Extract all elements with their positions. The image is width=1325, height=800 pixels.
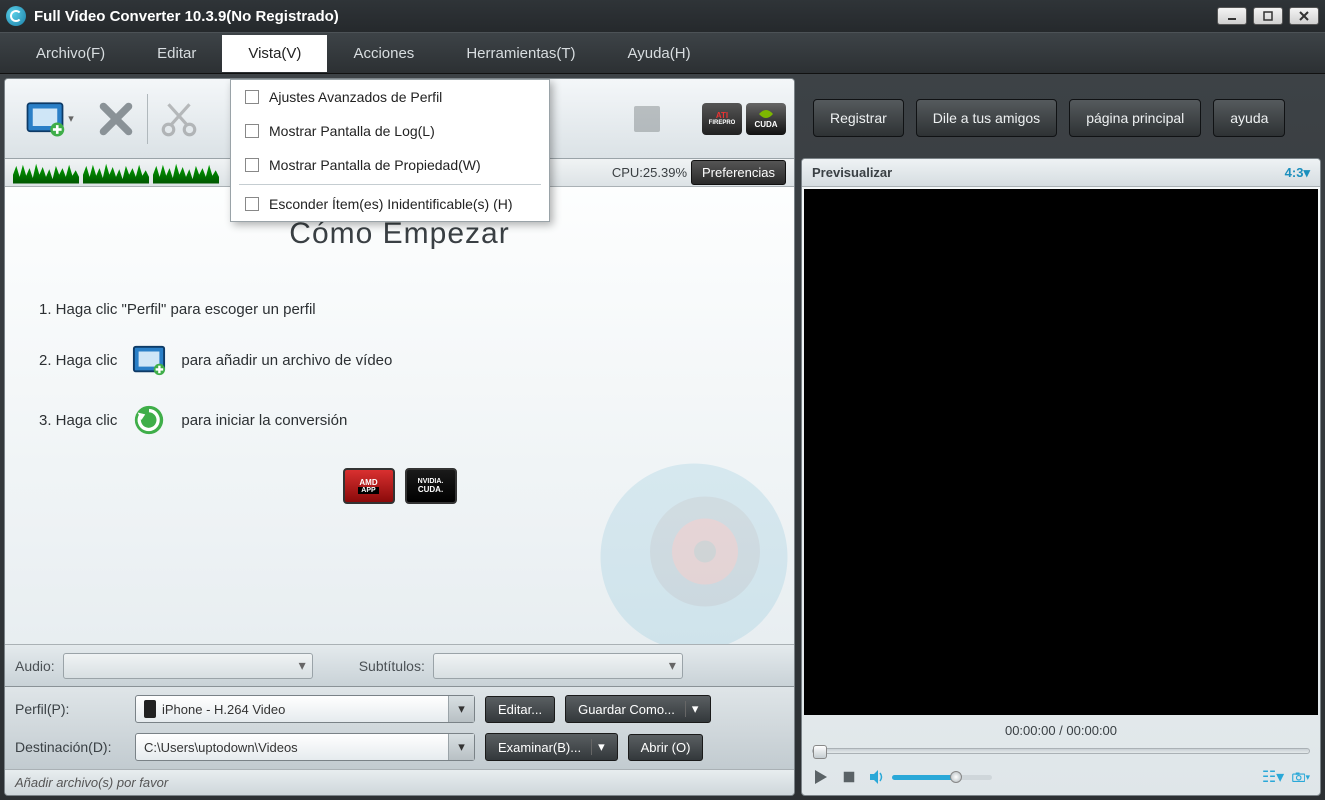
preview-panel: Previsualizar 4:3▾ 00:00:00 / 00:00:00 ☷…	[801, 158, 1321, 796]
cpu-usage: CPU:25.39%	[612, 165, 687, 180]
waveform-icon	[83, 162, 149, 184]
right-panel: Registrar Dile a tus amigos página princ…	[801, 78, 1321, 796]
register-button[interactable]: Registrar	[813, 99, 904, 137]
homepage-button[interactable]: página principal	[1069, 99, 1201, 137]
app-icon	[6, 6, 26, 26]
remove-button[interactable]	[89, 92, 143, 146]
save-as-button[interactable]: Guardar Como...▾	[565, 695, 711, 723]
status-bar: Añadir archivo(s) por favor	[5, 769, 794, 795]
menu-ayuda[interactable]: Ayuda(H)	[602, 35, 717, 72]
destination-label: Destinación(D):	[15, 739, 125, 755]
titlebar: Full Video Converter 10.3.9(No Registrad…	[0, 0, 1325, 32]
maximize-button[interactable]	[1253, 7, 1283, 25]
close-button[interactable]	[1289, 7, 1319, 25]
audio-combo[interactable]	[63, 653, 313, 679]
volume-slider[interactable]	[892, 775, 992, 780]
ati-badge: ATIFIREPRO	[702, 103, 742, 135]
play-button[interactable]	[812, 768, 830, 786]
volume-thumb[interactable]	[950, 771, 962, 783]
step-1: 1. Haga clic "Perfil" para escoger un pe…	[39, 301, 760, 318]
volume-icon[interactable]	[868, 768, 886, 786]
profile-box: Perfil(P): iPhone - H.264 Video ▾ Editar…	[5, 686, 794, 769]
add-video-icon	[131, 342, 167, 378]
menu-archivo[interactable]: Archivo(F)	[10, 35, 131, 72]
phone-icon	[144, 700, 156, 718]
destination-value: C:\Users\uptodown\Videos	[144, 740, 298, 755]
preferences-button[interactable]: Preferencias	[691, 160, 786, 185]
vista-dropdown: Ajustes Avanzados de Perfil Mostrar Pant…	[230, 79, 550, 222]
stop-button[interactable]	[620, 92, 674, 146]
step-2: 2. Haga clic para añadir un archivo de v…	[39, 342, 760, 378]
main-panel: ▾ ATIFIREPRO CUDA CPU:25.39% Preferencia…	[4, 78, 795, 796]
amd-app-badge: AMDAPP	[343, 468, 395, 504]
menu-vista[interactable]: Vista(V)	[222, 35, 327, 72]
minimize-button[interactable]	[1217, 7, 1247, 25]
waveform-icon	[153, 162, 219, 184]
checkbox-icon	[245, 90, 259, 104]
checkbox-icon	[245, 124, 259, 138]
status-text: Añadir archivo(s) por favor	[15, 775, 168, 790]
cut-button[interactable]	[152, 92, 206, 146]
convert-icon	[131, 402, 167, 438]
subtitle-label: Subtítulos:	[359, 658, 425, 674]
browse-button[interactable]: Examinar(B)...▾	[485, 733, 618, 761]
profile-combo[interactable]: iPhone - H.264 Video ▾	[135, 695, 475, 723]
add-video-button[interactable]: ▾	[13, 92, 85, 146]
help-button[interactable]: ayuda	[1213, 99, 1285, 137]
menubar: Archivo(F) Editar Vista(V) Acciones Herr…	[0, 32, 1325, 74]
step-3: 3. Haga clic para iniciar la conversión	[39, 402, 760, 438]
seek-thumb[interactable]	[813, 745, 827, 759]
open-button[interactable]: Abrir (O)	[628, 734, 704, 761]
nvidia-cuda-badge: NVIDIA.CUDA.	[405, 468, 457, 504]
audio-subtitle-row: Audio: Subtítulos:	[5, 644, 794, 686]
profile-value: iPhone - H.264 Video	[162, 702, 285, 717]
waveform-icon	[13, 162, 79, 184]
snapshot-icon[interactable]: ▾	[1292, 768, 1310, 786]
checkbox-icon	[245, 197, 259, 211]
menu-editar[interactable]: Editar	[131, 35, 222, 72]
checkbox-icon	[245, 158, 259, 172]
dd-ajustes-avanzados[interactable]: Ajustes Avanzados de Perfil	[231, 80, 549, 114]
aspect-ratio-button[interactable]: 4:3▾	[1285, 165, 1310, 181]
stop-playback-button[interactable]	[840, 768, 858, 786]
time-display: 00:00:00 / 00:00:00	[802, 717, 1320, 743]
preview-title: Previsualizar	[812, 165, 892, 180]
audio-label: Audio:	[15, 658, 55, 674]
menu-herramientas[interactable]: Herramientas(T)	[440, 35, 601, 72]
tell-friends-button[interactable]: Dile a tus amigos	[916, 99, 1057, 137]
dd-mostrar-log[interactable]: Mostrar Pantalla de Log(L)	[231, 114, 549, 148]
menu-acciones[interactable]: Acciones	[327, 35, 440, 72]
subtitle-combo[interactable]	[433, 653, 683, 679]
dd-esconder-items[interactable]: Esconder Ítem(es) Inidentificable(s) (H)	[231, 187, 549, 221]
destination-combo[interactable]: C:\Users\uptodown\Videos ▾	[135, 733, 475, 761]
profile-label: Perfil(P):	[15, 701, 125, 717]
video-preview[interactable]	[804, 189, 1318, 715]
dd-mostrar-propiedad[interactable]: Mostrar Pantalla de Propiedad(W)	[231, 148, 549, 182]
seek-bar[interactable]	[802, 743, 1320, 759]
edit-profile-button[interactable]: Editar...	[485, 696, 555, 723]
watermark-icon	[584, 447, 794, 644]
cuda-badge: CUDA	[746, 103, 786, 135]
playlist-icon[interactable]: ☷▾	[1264, 768, 1282, 786]
getting-started-heading: Cómo Empezar	[39, 217, 760, 251]
getting-started-area: Cómo Empezar 1. Haga clic "Perfil" para …	[5, 187, 794, 644]
window-title: Full Video Converter 10.3.9(No Registrad…	[34, 8, 339, 25]
